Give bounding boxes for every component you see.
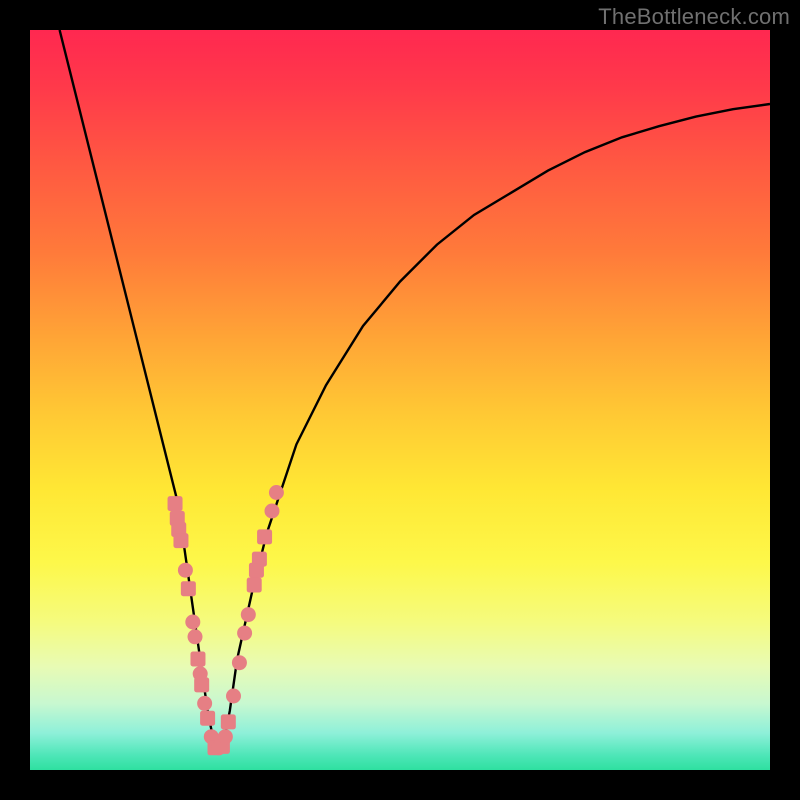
curve-marker [193,666,208,681]
chart-frame: TheBottleneck.com [0,0,800,800]
curve-marker [173,533,188,548]
curve-marker [232,655,247,670]
curve-marker [241,607,256,622]
curve-marker [218,729,233,744]
curve-marker [178,563,193,578]
curve-marker [264,504,279,519]
curve-marker [181,581,196,596]
curve-marker [197,696,212,711]
curve-marker [171,522,186,537]
curve-marker [170,511,185,526]
plot-area [30,30,770,770]
curve-marker [247,578,262,593]
curve-marker [257,529,272,544]
curve-markers [168,485,284,755]
curve-marker [249,563,264,578]
curve-marker [208,740,223,755]
curve-marker [185,615,200,630]
curve-marker [252,552,267,567]
curve-marker [204,729,219,744]
curve-marker [269,485,284,500]
bottleneck-curve [60,30,770,748]
curve-marker [190,652,205,667]
curve-marker [221,714,236,729]
curve-marker [215,739,230,754]
curve-marker [188,629,203,644]
curve-marker [168,496,183,511]
curve-svg [30,30,770,770]
curve-marker [194,677,209,692]
watermark-text: TheBottleneck.com [598,4,790,30]
curve-marker [226,689,241,704]
curve-marker [237,626,252,641]
curve-marker [211,740,226,755]
curve-marker [200,711,215,726]
